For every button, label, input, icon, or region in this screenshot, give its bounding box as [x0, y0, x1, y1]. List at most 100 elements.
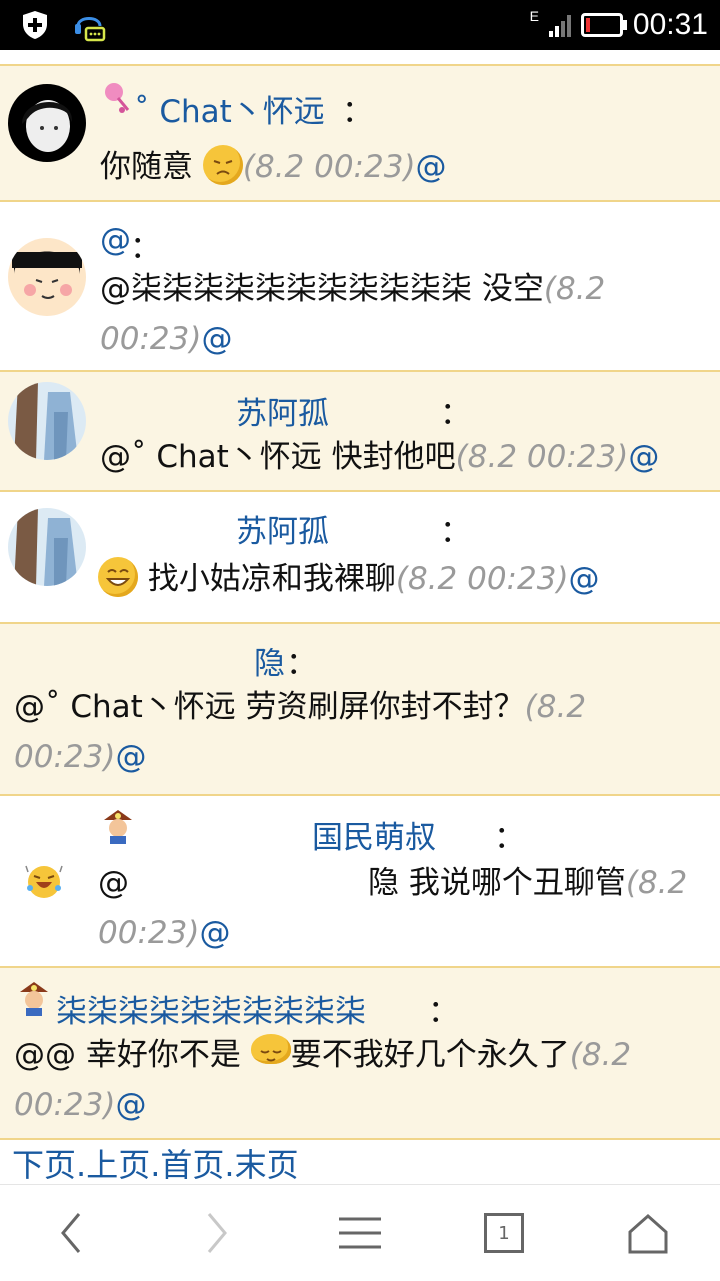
reply-link[interactable]: @ — [115, 1087, 146, 1123]
network-type: E — [529, 8, 539, 24]
avatar-girl-overalls-image — [14, 382, 78, 460]
chat-message: ˚ Chat丶怀远 ： 你随意 (8.2 00:23)@ — [0, 64, 720, 200]
pirate-badge-icon — [20, 982, 48, 1016]
avatar[interactable] — [8, 842, 86, 920]
chat-message: @ ： @柒柒柒柒柒柒柒柒柒柒柒 没空(8.2 00:23)@ — [0, 200, 720, 370]
chat-message: 柒柒柒柒柒柒柒柒柒柒 ： @@ 幸好你不是 要不我好几个永久了(8.2 00:2… — [0, 966, 720, 1140]
message-body: @柒柒柒柒柒柒柒柒柒柒柒 没空 — [100, 271, 544, 307]
worried-emoji-icon — [202, 145, 243, 185]
tabs-icon: 1 — [484, 1213, 524, 1253]
avatar[interactable] — [8, 382, 86, 460]
avatar[interactable] — [8, 238, 86, 316]
name-colon: ： — [494, 820, 525, 856]
name-colon: ： — [130, 230, 161, 266]
chevron-right-icon — [207, 1213, 227, 1253]
name-colon: ： — [440, 396, 471, 432]
chevron-left-icon — [61, 1213, 81, 1253]
sender-name[interactable]: 柒柒柒柒柒柒柒柒柒柒 — [56, 986, 366, 1031]
menu-icon — [339, 1217, 381, 1249]
message-text: @柒柒柒柒柒柒柒柒柒柒柒 没空(8.2 — [100, 264, 605, 314]
message-body: 找小姑凉和我裸聊 — [147, 561, 396, 597]
name-colon: ： — [286, 646, 317, 682]
avatar-dark-girl-image — [22, 100, 73, 152]
message-text-cont: 00:23)@ — [14, 732, 146, 782]
message-text-cont: 00:23)@ — [14, 1080, 146, 1130]
pager-separator: . — [224, 1146, 235, 1184]
chat-message: 苏阿孤 ： 找小姑凉和我裸聊(8.2 00:23)@ — [0, 490, 720, 622]
message-text-cont: 00:23)@ — [100, 314, 232, 364]
message-body: 你随意 — [100, 149, 193, 185]
message-body: 隐 我说哪个丑聊管 — [368, 865, 626, 901]
pager-separator: . — [150, 1146, 161, 1184]
message-body-cont: 要不我好几个永久了 — [290, 1037, 570, 1073]
back-button[interactable] — [0, 1185, 144, 1281]
menu-button[interactable] — [288, 1185, 432, 1281]
timestamp-cont: 00:23) — [14, 739, 116, 775]
sender-name[interactable]: 苏阿孤 — [236, 388, 329, 433]
sender-name[interactable]: 隐 — [254, 638, 285, 683]
last-page-link[interactable]: 末页 — [235, 1146, 299, 1184]
sender-name[interactable]: 国民萌叔 — [312, 812, 436, 857]
message-body: @˚ Chat丶怀远 快封他吧 — [100, 439, 456, 475]
mention-at: @ — [98, 865, 129, 901]
sender-name[interactable]: 苏阿孤 — [236, 506, 329, 551]
timestamp: (8.2 — [625, 865, 688, 901]
name-colon: ： — [440, 514, 471, 550]
sender-name[interactable]: @ — [100, 222, 131, 258]
chat-assistant-icon — [75, 17, 106, 42]
shield-plus-icon — [23, 11, 47, 39]
tabs-count: 1 — [498, 1222, 510, 1244]
chat-message: 隐 ： @˚ Chat丶怀远 劳资刷屏你封不封？(8.2 00:23)@ — [0, 622, 720, 794]
reply-link[interactable]: @ — [199, 915, 230, 951]
message-text: 隐 我说哪个丑聊管(8.2 — [368, 858, 687, 908]
home-icon — [628, 1213, 668, 1254]
reply-link[interactable]: @ — [628, 439, 659, 475]
reply-link[interactable]: @ — [416, 149, 447, 185]
pager-separator: . — [76, 1146, 87, 1184]
reply-link[interactable]: @ — [569, 561, 600, 597]
prev-page-link[interactable]: 上页 — [86, 1146, 150, 1184]
avatar-girl-overalls-image — [14, 508, 78, 586]
browser-nav-bar: 1 — [0, 1184, 720, 1281]
name-colon: ： — [342, 94, 373, 130]
pagination: 下页.上页.首页.末页 — [12, 1140, 299, 1186]
timestamp-cont: 00:23) — [98, 915, 200, 951]
name-colon: ： — [428, 994, 459, 1030]
timestamp-cont: 00:23) — [100, 321, 202, 357]
grinning-emoji-icon — [98, 557, 138, 597]
avatar-cartoon-face-image — [12, 251, 82, 299]
sleepy-emoji-icon — [250, 1034, 291, 1064]
signal-icon — [548, 13, 571, 37]
chat-message: 苏阿孤 ： @˚ Chat丶怀远 快封他吧(8.2 00:23)@ — [0, 370, 720, 490]
next-page-link[interactable]: 下页 — [12, 1146, 76, 1184]
avatar[interactable] — [8, 84, 86, 162]
timestamp: (8.2 — [524, 689, 587, 725]
first-page-link[interactable]: 首页 — [160, 1146, 224, 1184]
home-button[interactable] — [576, 1185, 720, 1281]
chat-message: 国民萌叔 ： @ 隐 我说哪个丑聊管(8.2 00:23)@ — [0, 794, 720, 966]
timestamp: (8.2 00:23) — [242, 149, 416, 185]
laughing-emoji-avatar-image — [25, 865, 63, 898]
timestamp: (8.2 — [543, 271, 606, 307]
battery-icon — [580, 13, 627, 37]
pink-flower-icon — [105, 83, 130, 113]
sender-name[interactable]: ˚ Chat丶怀远 — [134, 86, 325, 131]
reply-link[interactable]: @ — [115, 739, 146, 775]
tabs-button[interactable]: 1 — [432, 1185, 576, 1281]
forward-button[interactable] — [144, 1185, 288, 1281]
message-text: 你随意 (8.2 00:23)@ — [100, 142, 447, 192]
clock: 00:31 — [632, 8, 708, 41]
chat-feed: ˚ Chat丶怀远 ： 你随意 (8.2 00:23)@ @ ： @柒柒柒柒柒柒… — [0, 64, 720, 1140]
message-text-cont: 00:23)@ — [98, 908, 230, 958]
message-text: @˚ Chat丶怀远 劳资刷屏你封不封？(8.2 — [14, 682, 586, 732]
status-bar: E 00:31 — [0, 0, 720, 50]
reply-link[interactable]: @ — [201, 321, 232, 357]
message-text: 找小姑凉和我裸聊(8.2 00:23)@ — [98, 554, 600, 604]
message-body: @˚ Chat丶怀远 劳资刷屏你封不封？ — [14, 689, 525, 725]
message-text: @ — [98, 858, 129, 908]
pirate-badge-icon — [104, 810, 132, 844]
avatar[interactable] — [8, 508, 86, 586]
timestamp: (8.2 00:23) — [395, 561, 569, 597]
timestamp: (8.2 00:23) — [455, 439, 629, 475]
message-text: @@ 幸好你不是 要不我好几个永久了(8.2 — [14, 1030, 631, 1080]
